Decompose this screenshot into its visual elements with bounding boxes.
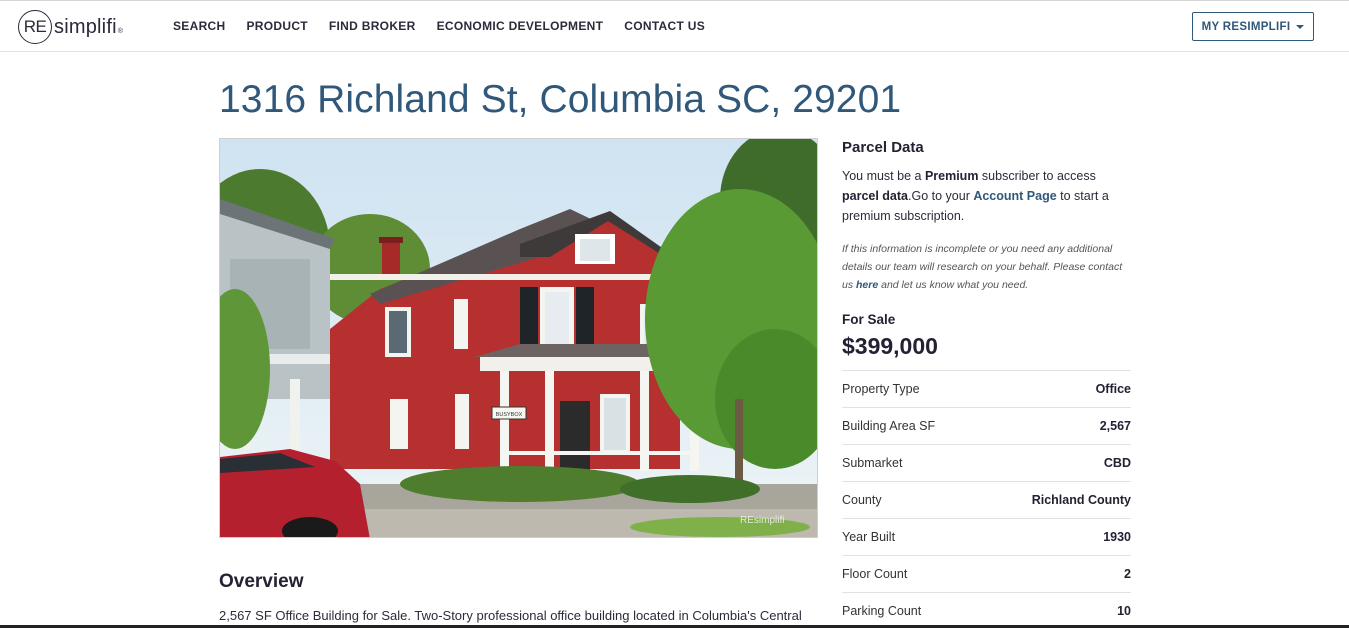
account-button-label: MY RESIMPLIFI <box>1201 20 1291 33</box>
house-sign-text: BUSYBOX <box>496 412 523 418</box>
property-label: County <box>842 493 882 507</box>
property-row-year-built: Year Built 1930 <box>842 519 1131 556</box>
property-row-county: County Richland County <box>842 482 1131 519</box>
property-row-building-area: Building Area SF 2,567 <box>842 408 1131 445</box>
sidebar: Parcel Data You must be a Premium subscr… <box>842 138 1131 628</box>
parcel-data-heading: Parcel Data <box>842 139 924 156</box>
property-row-submarket: Submarket CBD <box>842 445 1131 482</box>
premium-label: Premium <box>924 169 979 183</box>
property-value: Richland County <box>1031 493 1131 507</box>
chevron-down-icon <box>1296 24 1305 29</box>
photo-watermark: REsimplifi <box>740 515 784 526</box>
account-page-link[interactable]: Account Page <box>973 189 1056 203</box>
property-row-floor-count: Floor Count 2 <box>842 556 1131 593</box>
property-value: 1930 <box>1103 530 1131 544</box>
contact-here-link[interactable]: here <box>856 279 878 291</box>
property-row-type: Property Type Office <box>842 371 1131 408</box>
nav-search[interactable]: SEARCH <box>173 19 225 33</box>
nav-find-broker[interactable]: FIND BROKER <box>329 19 416 33</box>
nav-product[interactable]: PRODUCT <box>246 19 307 33</box>
page-title: 1316 Richland St, Columbia SC, 29201 <box>219 78 902 121</box>
property-label: Property Type <box>842 382 920 396</box>
parcel-data-message: You must be a Premium subscriber to acce… <box>842 166 1131 226</box>
research-note: If this information is incomplete or you… <box>842 240 1131 294</box>
my-resimplifi-button[interactable]: MY RESIMPLIFI <box>1192 12 1314 41</box>
overview-text: 2,567 SF Office Building for Sale. Two-S… <box>219 608 802 623</box>
nav-contact-us[interactable]: CONTACT US <box>624 19 705 33</box>
property-row-parking-count: Parking Count 10 <box>842 593 1131 628</box>
property-value: Office <box>1095 382 1131 396</box>
main-nav: SEARCH PRODUCT FIND BROKER ECONOMIC DEVE… <box>173 19 726 33</box>
property-value: 2 <box>1124 567 1131 581</box>
parcel-text-2: subscriber to access <box>978 169 1096 183</box>
logo-mark: RE <box>18 10 52 44</box>
logo[interactable]: RE simplifi ® <box>18 9 123 45</box>
property-label: Building Area SF <box>842 419 936 433</box>
property-label: Parking Count <box>842 604 922 618</box>
property-value: 10 <box>1117 604 1131 618</box>
nav-economic-development[interactable]: ECONOMIC DEVELOPMENT <box>437 19 604 33</box>
overview-heading: Overview <box>219 571 304 592</box>
note-text-2: and let us know what you need. <box>878 279 1029 291</box>
property-label: Floor Count <box>842 567 908 581</box>
logo-trademark: ® <box>117 28 123 35</box>
property-value: 2,567 <box>1099 419 1131 433</box>
parcel-data-label: parcel data <box>842 189 909 203</box>
property-label: Year Built <box>842 530 896 544</box>
for-sale-heading: For Sale <box>842 312 896 327</box>
parcel-text-3: .Go to your <box>908 189 974 203</box>
property-label: Submarket <box>842 456 903 470</box>
parcel-text-1: You must be a <box>842 169 925 183</box>
property-value: CBD <box>1103 456 1131 470</box>
logo-name: simplifi <box>54 15 117 38</box>
property-details-table: Property Type Office Building Area SF 2,… <box>842 370 1131 628</box>
sale-price: $399,000 <box>842 333 938 359</box>
navbar: RE simplifi ® SEARCH PRODUCT FIND BROKER… <box>0 1 1349 52</box>
property-photo-illustration: BUSYBOX REsimplifi <box>220 139 817 537</box>
property-photo[interactable]: BUSYBOX REsimplifi <box>219 138 818 538</box>
